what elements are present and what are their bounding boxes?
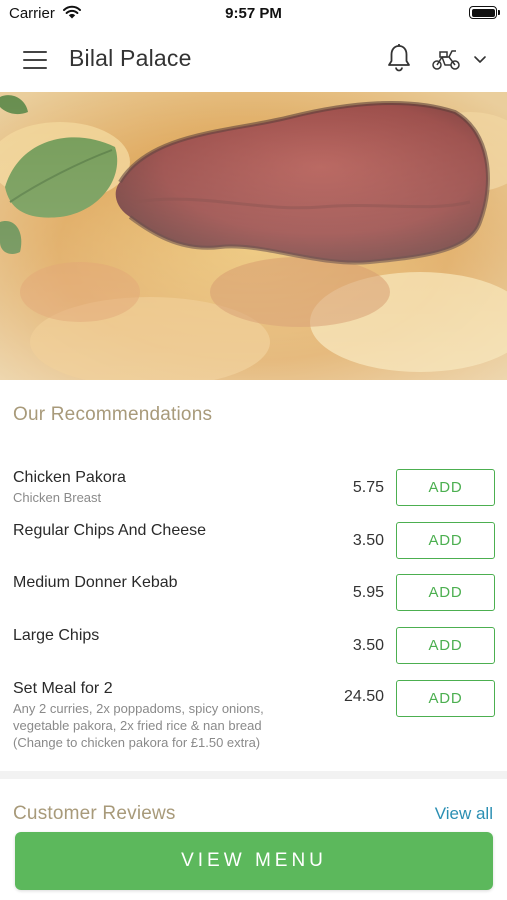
item-name: Regular Chips And Cheese [13,522,207,539]
item-price: 5.75 [352,479,384,496]
item-description: Chicken Breast [13,490,102,505]
add-button[interactable]: ADD [396,680,495,717]
bell-icon[interactable] [386,43,412,73]
reviews-title: Customer Reviews [13,803,176,824]
menu-icon[interactable] [23,51,47,69]
item-price: 24.50 [343,688,384,705]
battery-icon [469,6,500,19]
view-menu-button[interactable]: VIEW MENU [15,832,493,890]
item-price: 5.95 [352,584,384,601]
add-button[interactable]: ADD [396,522,495,559]
item-name: Set Meal for 2 [13,680,113,697]
item-name: Medium Donner Kebab [13,574,178,591]
section-divider [0,771,507,779]
chevron-down-icon[interactable] [472,53,488,65]
view-all-link[interactable]: View all [435,804,493,824]
pizza-image [0,92,507,380]
hero-image [0,92,507,380]
status-bar: Carrier 9:57 PM [0,0,507,26]
item-name: Chicken Pakora [13,469,126,486]
item-price: 3.50 [352,532,384,549]
item-description: Any 2 curries, 2x poppadoms, spicy onion… [13,701,264,750]
add-button[interactable]: ADD [396,627,495,664]
item-price: 3.50 [352,637,384,654]
item-name: Large Chips [13,627,100,644]
add-button[interactable]: ADD [396,574,495,611]
scooter-icon[interactable] [431,47,461,71]
status-time: 9:57 PM [225,5,282,22]
recommendations-title: Our Recommendations [13,404,213,425]
restaurant-title: Bilal Palace [69,45,192,71]
app-header: Bilal Palace [0,26,507,92]
add-button[interactable]: ADD [396,469,495,506]
